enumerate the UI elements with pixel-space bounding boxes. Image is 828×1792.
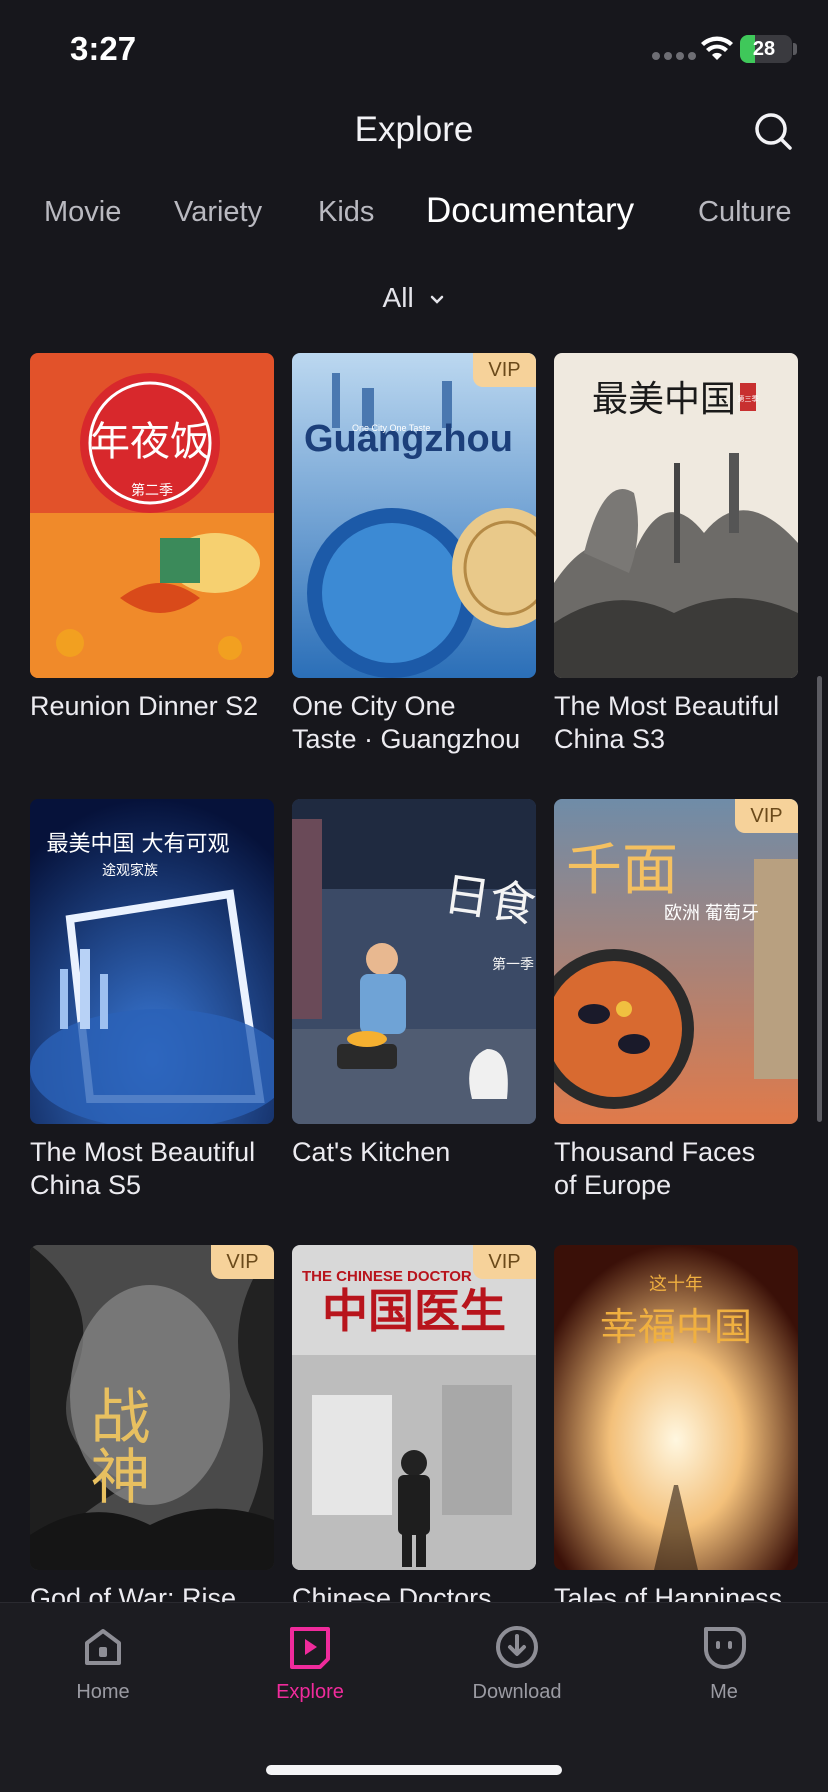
svg-text:这十年: 这十年 bbox=[649, 1274, 703, 1294]
status-time: 3:27 bbox=[70, 30, 137, 67]
status-bar: 3:27 28 bbox=[0, 0, 828, 100]
title-card[interactable]: 中国医生 THE CHINESE DOCTOR VIP Chinese Doct… bbox=[292, 1245, 536, 1615]
vip-badge: VIP bbox=[211, 1245, 274, 1279]
svg-text:第二季: 第二季 bbox=[131, 482, 173, 498]
nav-download[interactable]: Download bbox=[457, 1623, 577, 1704]
svg-text:千面: 千面 bbox=[566, 838, 678, 903]
category-tabs: Movie Variety Kids Documentary Culture bbox=[0, 191, 828, 246]
svg-text:One City One Taste: One City One Taste bbox=[352, 423, 430, 433]
vip-badge: VIP bbox=[735, 799, 798, 833]
poster-image: 千面 欧洲 葡萄牙 VIP bbox=[554, 799, 798, 1124]
poster-image: 日食记 第一季 bbox=[292, 799, 536, 1124]
svg-text:最美中国 大有可观: 最美中国 大有可观 bbox=[47, 832, 230, 857]
nav-label: Explore bbox=[276, 1681, 344, 1703]
battery-nub bbox=[793, 43, 797, 55]
nav-explore[interactable]: Explore bbox=[250, 1623, 370, 1704]
tab-documentary[interactable]: Documentary bbox=[426, 191, 634, 231]
svg-text:欧洲 葡萄牙: 欧洲 葡萄牙 bbox=[664, 903, 759, 923]
battery-icon: 28 bbox=[740, 35, 792, 63]
title-card[interactable]: 日食记 第一季 Cat's Kitchen bbox=[292, 799, 536, 1169]
title-card[interactable]: 战神 VIP God of War: Rise bbox=[30, 1245, 274, 1615]
home-icon bbox=[85, 1629, 121, 1665]
svg-text:中国医生: 中国医生 bbox=[322, 1284, 506, 1338]
title-card[interactable]: 千面 欧洲 葡萄牙 VIP Thousand Faces of Europe bbox=[554, 799, 798, 1202]
wifi-icon bbox=[701, 36, 733, 60]
title-card[interactable]: 最美中国 第三季 The Most Beautiful China S3 bbox=[554, 353, 798, 756]
download-icon bbox=[496, 1626, 538, 1668]
poster-image: 幸福中国 这十年 bbox=[554, 1245, 798, 1570]
vip-badge: VIP bbox=[473, 353, 536, 387]
scrollbar[interactable] bbox=[817, 676, 822, 1122]
svg-text:途观家族: 途观家族 bbox=[102, 862, 158, 878]
explore-icon bbox=[290, 1627, 330, 1669]
poster-image: 年夜饭 第二季 bbox=[30, 353, 274, 678]
title-card[interactable]: 幸福中国 这十年 Tales of Happiness bbox=[554, 1245, 798, 1615]
title-card[interactable]: 最美中国 大有可观 途观家族 The Most Beautiful China S… bbox=[30, 799, 274, 1202]
tab-culture[interactable]: Culture bbox=[698, 196, 792, 229]
card-title: Thousand Faces of Europe bbox=[554, 1137, 756, 1200]
nav-me[interactable]: Me bbox=[664, 1623, 784, 1704]
poster-image: 最美中国 大有可观 途观家族 bbox=[30, 799, 274, 1124]
poster-image: 最美中国 第三季 bbox=[554, 353, 798, 678]
svg-text:第一季: 第一季 bbox=[492, 956, 534, 972]
filter-label: All bbox=[382, 282, 414, 313]
chevron-down-icon bbox=[431, 295, 444, 304]
home-indicator[interactable] bbox=[266, 1765, 562, 1775]
svg-text:年夜饭: 年夜饭 bbox=[90, 419, 210, 465]
title-card[interactable]: 年夜饭 第二季 Reunion Dinner S2 bbox=[30, 353, 274, 723]
nav-label: Download bbox=[472, 1681, 562, 1703]
tab-variety[interactable]: Variety bbox=[174, 196, 262, 229]
svg-text:最美中国: 最美中国 bbox=[592, 379, 736, 420]
cellular-signal-icon bbox=[652, 52, 696, 60]
card-title: Reunion Dinner S2 bbox=[30, 691, 259, 721]
poster-image: Guangzhou One City One Taste VIP bbox=[292, 353, 536, 678]
explore-screen: 3:27 28 Explore Movie Variety Kids Docum… bbox=[0, 0, 828, 1792]
svg-text:THE CHINESE DOCTOR: THE CHINESE DOCTOR bbox=[302, 1268, 472, 1285]
nav-label: Home bbox=[76, 1681, 130, 1703]
card-title: One City One Taste · Guangzhou bbox=[292, 691, 521, 754]
card-title: The Most Beautiful China S3 bbox=[554, 691, 780, 754]
search-icon bbox=[755, 113, 792, 150]
battery-percent: 28 bbox=[752, 38, 776, 60]
nav-home[interactable]: Home bbox=[43, 1623, 163, 1704]
card-title: Cat's Kitchen bbox=[292, 1137, 451, 1167]
nav-label: Me bbox=[710, 1681, 738, 1703]
tab-kids[interactable]: Kids bbox=[318, 196, 374, 229]
filter-dropdown[interactable]: All bbox=[0, 282, 828, 314]
svg-text:战神: 战神 bbox=[80, 1385, 150, 1505]
svg-text:第三季: 第三季 bbox=[738, 394, 759, 403]
page-title: Explore bbox=[354, 110, 474, 149]
search-button[interactable] bbox=[752, 110, 796, 154]
svg-text:幸福中国: 幸福中国 bbox=[600, 1305, 752, 1349]
bottom-nav: Home Explore Download Me bbox=[0, 1602, 828, 1792]
card-title: The Most Beautiful China S5 bbox=[30, 1137, 256, 1200]
vip-badge: VIP bbox=[473, 1245, 536, 1279]
poster-image: 战神 VIP bbox=[30, 1245, 274, 1570]
tab-movie[interactable]: Movie bbox=[44, 196, 121, 229]
poster-image: 中国医生 THE CHINESE DOCTOR VIP bbox=[292, 1245, 536, 1570]
me-icon bbox=[704, 1627, 746, 1669]
title-card[interactable]: Guangzhou One City One Taste VIP One Cit… bbox=[292, 353, 536, 756]
